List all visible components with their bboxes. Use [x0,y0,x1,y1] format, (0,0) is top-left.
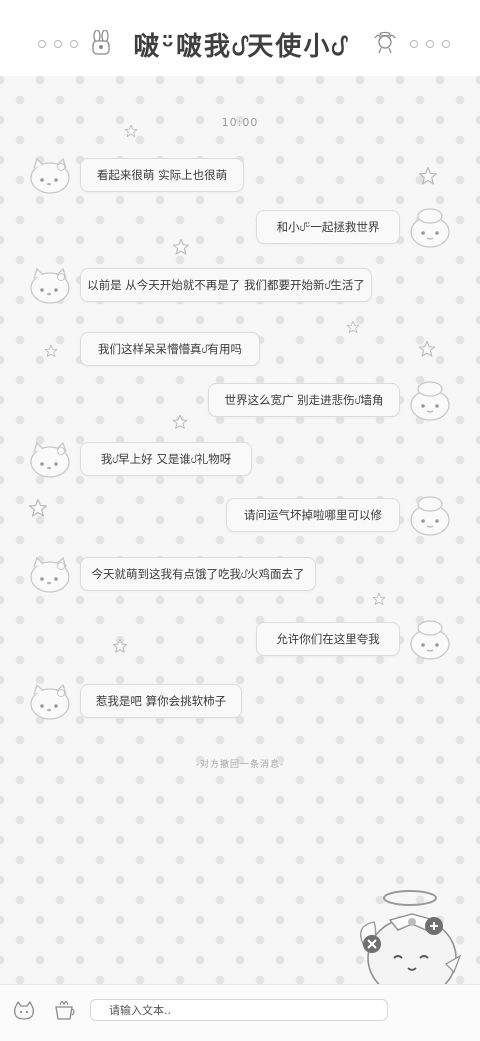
bunny-avatar[interactable] [408,494,452,538]
decorative-dots-right [410,40,450,48]
message-bubble[interactable]: 和小ᦔᵕ̈一起拯救世界 [256,210,400,244]
message-row: 以前是 从今天开始就不再是了 我们都要开始新ᦔ生活了 [0,267,480,312]
cup-icon[interactable] [52,997,76,1023]
message-row: 今天就萌到这我有点饿了吃我ᦔ火鸡面去了 [0,556,480,601]
kitty-avatar[interactable] [28,438,72,482]
message-bubble[interactable]: 请问运气坏掉啦哪里可以修 [226,498,400,532]
message-row: 和小ᦔᵕ̈一起拯救世界 [0,208,480,254]
kitty-avatar[interactable] [28,154,72,198]
kitty-avatar[interactable] [28,553,72,597]
message-row: 惹我是吧 算你会挑软柿子 [0,683,480,728]
message-row: 我ᦔ早上好 又是谁ᦔ礼物呀 [0,441,480,486]
bunny-avatar[interactable] [408,206,452,250]
kitty-avatar[interactable] [28,264,72,308]
message-bubble[interactable]: 允许你们在这里夸我 [256,622,400,656]
message-bubble[interactable]: 以前是 从今天开始就不再是了 我们都要开始新ᦔ生活了 [80,268,372,302]
header-scallop-edge [0,64,480,84]
message-bubble[interactable]: 今天就萌到这我有点饿了吃我ᦔ火鸡面去了 [80,557,316,591]
message-input[interactable]: 请输入文本.. [90,999,388,1021]
message-row: 我们这样呆呆懵懵真ᦔ有用吗 [0,332,480,376]
message-bubble[interactable]: 惹我是吧 算你会挑软柿子 [80,684,242,718]
message-bubble[interactable]: 看起来很萌 实际上也很萌 [80,158,244,192]
bunny-avatar[interactable] [408,379,452,423]
message-bubble[interactable]: 我ᦔ早上好 又是谁ᦔ礼物呀 [80,442,252,476]
message-row: 看起来很萌 实际上也很萌 [0,157,480,202]
input-bar: 请输入文本.. [0,984,480,1041]
bunny-avatar[interactable] [408,618,452,662]
message-bubble[interactable]: 我们这样呆呆懵懵真ᦔ有用吗 [80,332,260,366]
angel-fairy-icon [374,31,396,54]
recall-notice: -对方撤回一条消息- [195,760,285,770]
kitty-avatar[interactable] [28,680,72,724]
message-row: 允许你们在这里夸我 [0,620,480,666]
message-row: 请问运气坏掉啦哪里可以修 [0,496,480,542]
cat-emoji-icon[interactable] [12,999,36,1023]
star-icon [124,124,138,137]
page-title: 啵ᵕ̈啵我ᦔ天使小ᦔ [133,32,347,62]
message-row: 世界这么宽广 别走进悲伤ᦔ墙角 [0,381,480,427]
chat-timestamp: 10:00 [221,116,259,129]
message-bubble[interactable]: 世界这么宽广 别走进悲伤ᦔ墙角 [208,383,400,417]
